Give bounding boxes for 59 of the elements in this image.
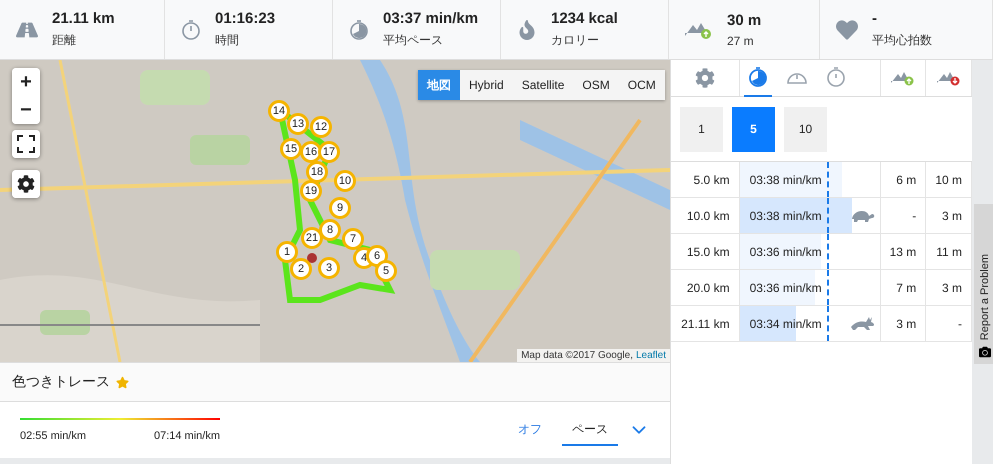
settings-icon[interactable]	[694, 68, 715, 88]
descent-cell: 3 m	[926, 270, 972, 305]
report-problem-tab[interactable]: Report a Problem	[974, 204, 993, 364]
map-layer-tab[interactable]: 地図	[418, 70, 460, 100]
fullscreen-button[interactable]	[12, 130, 40, 158]
pace-cell-text: 03:36 min/km	[748, 280, 822, 294]
interval-button[interactable]: 5	[732, 106, 775, 152]
stat-value: 21.11 km	[52, 10, 115, 27]
stopwatch-icon	[181, 18, 201, 40]
pace-cell-text: 03:36 min/km	[748, 244, 822, 258]
descent-cell: 11 m	[926, 234, 972, 269]
stopwatch-icon	[826, 66, 846, 88]
stat-value: -	[872, 10, 878, 27]
ascent-cell: 7 m	[880, 270, 926, 305]
rabbit-icon	[850, 315, 876, 331]
descent-cell: 3 m	[926, 198, 972, 233]
camera-icon[interactable]	[978, 346, 990, 358]
ascent-cell: -	[880, 198, 926, 233]
pace-icon	[349, 18, 369, 40]
leaflet-link[interactable]: Leaflet	[636, 350, 666, 361]
stat-label: 27 m	[727, 34, 755, 48]
stat-label: 距離	[52, 32, 77, 49]
map-layer-tab[interactable]: Satellite	[512, 70, 574, 100]
map-layer-tab[interactable]: OCM	[618, 70, 665, 100]
descent-cell: -	[926, 306, 972, 341]
pace-cell-text: 03:38 min/km	[748, 208, 822, 222]
legend-label: 07:14 min/km	[154, 430, 220, 442]
heart-icon	[836, 18, 858, 40]
stat-value: 01:16:23	[215, 10, 276, 27]
stat-label: 平均心拍数	[872, 32, 932, 49]
star-icon	[116, 376, 129, 388]
pace-cell-text: 03:38 min/km	[748, 172, 822, 186]
map-layer-tab[interactable]: Hybrid	[460, 70, 513, 100]
settings-button[interactable]	[12, 170, 40, 198]
map-attribution: Map data ©2017 Google,	[521, 350, 633, 361]
interval-button[interactable]: 10	[784, 106, 827, 152]
trace-mode-tab[interactable]: オフ	[508, 414, 552, 446]
section-title: 色つきトレース	[12, 373, 110, 391]
stat-value: 03:37 min/km	[383, 10, 478, 27]
interval-button[interactable]: 1	[680, 106, 723, 152]
stat-label: 平均ペース	[383, 32, 444, 49]
ascent-cell: 3 m	[880, 306, 926, 341]
pace-cell-text: 03:34 min/km	[748, 316, 822, 330]
stat-label: カロリー	[551, 32, 600, 49]
stat-value: 30 m	[727, 12, 762, 28]
pace-icon	[748, 66, 768, 88]
zoom-out-button[interactable]: −	[12, 96, 40, 124]
flame-icon	[517, 20, 537, 40]
stat-label: 時間	[215, 32, 240, 49]
stat-value: 1234 kcal	[551, 10, 618, 27]
zoom-in-button[interactable]: +	[12, 68, 40, 96]
ascent-cell: 6 m	[880, 162, 926, 197]
map-layer-tab[interactable]: OSM	[573, 70, 619, 100]
ascent-cell: 13 m	[880, 234, 926, 269]
trace-mode-tab[interactable]: ペース	[562, 414, 618, 446]
mountain-down-icon	[936, 70, 961, 86]
mountain-up-icon	[890, 70, 915, 86]
legend-label: 02:55 min/km	[20, 430, 86, 442]
descent-cell: 10 m	[926, 162, 972, 197]
